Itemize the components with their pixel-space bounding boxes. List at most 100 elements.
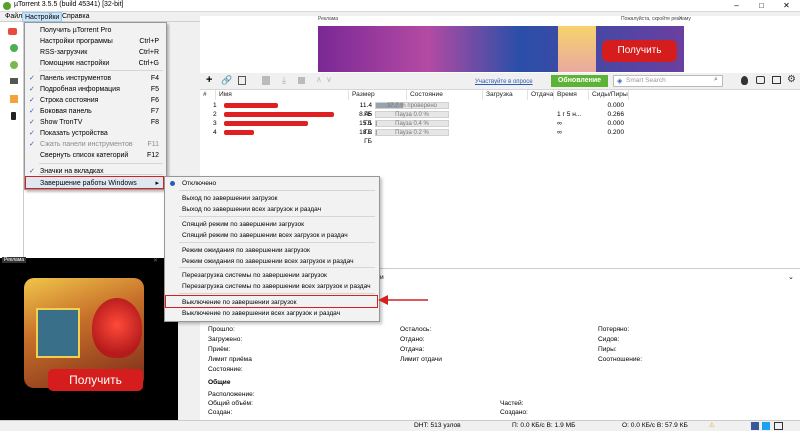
col-time[interactable]: Время [554, 90, 589, 100]
redacted-name [224, 130, 254, 135]
col-upload[interactable]: Отдача [528, 90, 554, 100]
dropdown-item-6[interactable]: ✓Строка состоянияF6 [26, 95, 165, 106]
add-link-icon[interactable]: 🔗 [221, 75, 232, 86]
minimize-button[interactable]: – [724, 0, 749, 12]
col-download[interactable]: Загрузка [483, 90, 528, 100]
shutdown-option-6[interactable]: Режим ожидания по завершении всех загруз… [166, 256, 378, 267]
rss-icon[interactable] [10, 95, 18, 103]
row-ratio: 0.200 [598, 128, 624, 137]
ad-cta-button[interactable]: Получить [602, 40, 677, 62]
ad-cta-button[interactable]: Получить [48, 369, 143, 391]
dropdown-item-2[interactable]: RSS-загрузчикCtrl+R [26, 47, 165, 58]
monitor-icon[interactable] [772, 76, 781, 84]
window-title: µTorrent 3.5.5 (build 45341) [32-bit] [14, 1, 123, 8]
ad-close-icon[interactable]: ✕ [678, 15, 683, 22]
shutdown-option-10[interactable]: Выключение по завершении всех загрузок и… [166, 308, 378, 319]
menu-settings[interactable]: Настройки [22, 12, 62, 22]
row-time: ∞ [557, 128, 562, 137]
maximize-button[interactable]: □ [749, 0, 774, 12]
category-icon[interactable] [10, 61, 18, 69]
app-icon [3, 2, 11, 10]
dropdown-item-3[interactable]: Помощник настройкиCtrl+G [26, 58, 165, 69]
expand-icon[interactable]: ⌄ [788, 273, 794, 281]
dropdown-item-shortcut: F6 [151, 95, 159, 106]
torrent-icon[interactable] [8, 28, 17, 35]
menu-separator [179, 267, 375, 268]
download-icon[interactable]: ⤓ [282, 75, 286, 86]
dropdown-item-label: Панель инструментов [40, 73, 111, 84]
dropdown-item-4[interactable]: ✓Панель инструментовF4 [26, 73, 165, 84]
state-progress: Пауза 0.2 % [375, 129, 449, 136]
dropdown-item-1[interactable]: Настройки программыCtrl+P [26, 36, 165, 47]
shutdown-option-label: Режим ожидания по завершении загрузок [182, 245, 310, 256]
dropdown-item-8[interactable]: ✓Show TronTVF8 [26, 117, 165, 128]
left-advertisement[interactable]: Реклама ✕ Получить [0, 258, 178, 420]
dropdown-item-5[interactable]: ✓Подробная информацияF5 [26, 84, 165, 95]
col-state[interactable]: Состояние [407, 90, 483, 100]
state-label: Пауза 0.2 % [395, 130, 429, 136]
dropdown-item-11[interactable]: Свернуть список категорийF12 [26, 150, 165, 161]
shutdown-option-4[interactable]: Спящий режим по завершении всех загрузок… [166, 230, 378, 241]
shutdown-option-2[interactable]: Выход по завершении всех загрузок и разд… [166, 204, 378, 215]
dropdown-item-label: Помощник настройки [40, 58, 109, 69]
add-torrent-icon[interactable]: + [206, 74, 212, 86]
menu-separator [39, 163, 163, 164]
update-button[interactable]: Обновление [551, 75, 608, 87]
col-ratio[interactable]: Сиды/Пиры [589, 90, 629, 100]
menu-separator [179, 216, 375, 217]
tag-icon[interactable] [10, 78, 18, 84]
col-name[interactable]: Имя [216, 90, 349, 100]
category-sidebar [0, 22, 24, 258]
twitter-icon[interactable] [762, 422, 770, 430]
menu-separator [179, 190, 375, 191]
state-label: 37.7 % проверено [387, 103, 437, 109]
search-icon[interactable]: ⌕ [714, 76, 718, 84]
col-size[interactable]: Размер [349, 90, 407, 100]
dropdown-item-7[interactable]: ✓Боковая панельF7 [26, 106, 165, 117]
ad-close-icon[interactable]: ✕ [153, 257, 158, 264]
facebook-icon[interactable] [751, 422, 759, 430]
checkmark-icon: ✓ [29, 95, 35, 106]
menu-separator [39, 174, 163, 175]
info-label: Состояние: [208, 365, 252, 375]
table-row[interactable]: 315.1 ГБПауза 0.4 %∞0.000 [200, 119, 800, 128]
poll-link[interactable]: Участвуйте в опросе [475, 79, 533, 85]
toolbar: + 🔗 ⤓ ∧ ∨ Участвуйте в опросе Обновление… [200, 73, 800, 90]
close-button[interactable]: ✕ [774, 0, 799, 12]
checkmark-icon: ✓ [29, 128, 35, 139]
delete-icon[interactable] [262, 76, 270, 85]
checkmark-icon: ✓ [29, 84, 35, 95]
radio-dot-icon [170, 181, 175, 186]
chat-icon[interactable] [756, 76, 765, 84]
down-arrow-icon[interactable]: ∨ [326, 75, 332, 84]
create-torrent-icon[interactable] [238, 76, 246, 85]
info-label: Приём: [208, 345, 252, 355]
info-label: Частей: [500, 399, 528, 408]
table-row[interactable]: 111.4 ГБ37.7 % проверено0.000 [200, 101, 800, 110]
search-input[interactable]: ◈ Smart Search ⌕ [613, 75, 723, 87]
table-row[interactable]: 28.45 ГБПауза 0.0 %1 г 5 н...0.266 [200, 110, 800, 119]
dropdown-item-9[interactable]: ✓Показать устройства [26, 128, 165, 139]
shutdown-option-3[interactable]: Спящий режим по завершении загрузок [166, 219, 378, 230]
info-label: Общий объём: [208, 399, 255, 408]
shutdown-option-5[interactable]: Режим ожидания по завершении загрузок [166, 245, 378, 256]
ad-cta-label: Получить [69, 373, 122, 387]
table-row[interactable]: 418.2 ГБПауза 0.2 %∞0.200 [200, 128, 800, 137]
dropdown-item-0[interactable]: Получить µTorrent Pro [26, 25, 165, 36]
shutdown-option-8[interactable]: Перезагрузка системы по завершении всех … [166, 281, 378, 292]
shutdown-option-7[interactable]: Перезагрузка системы по завершении загру… [166, 270, 378, 281]
bulb-icon[interactable] [741, 76, 748, 85]
shutdown-option-1[interactable]: Выход по завершении загрузок [166, 193, 378, 204]
device-icon[interactable] [11, 112, 16, 120]
dropdown-item-10[interactable]: ✓Сжать панели инструментовF11 [26, 139, 165, 150]
col-num[interactable]: # [200, 90, 216, 100]
up-arrow-icon[interactable]: ∧ [316, 75, 322, 84]
category-icon[interactable] [10, 44, 18, 52]
menu-help[interactable]: Справка [60, 12, 91, 22]
stop-icon[interactable] [298, 77, 305, 84]
top-advertisement[interactable]: Реклама Пожалуйста, скройте рекламу ✕ По… [200, 16, 800, 75]
general-col1: Расположение:Общий объём:Создан: [208, 390, 255, 417]
gear-icon[interactable]: ⚙ [787, 74, 796, 85]
monitor-icon[interactable] [774, 422, 783, 430]
shutdown-option-0[interactable]: Отключено [166, 178, 378, 189]
